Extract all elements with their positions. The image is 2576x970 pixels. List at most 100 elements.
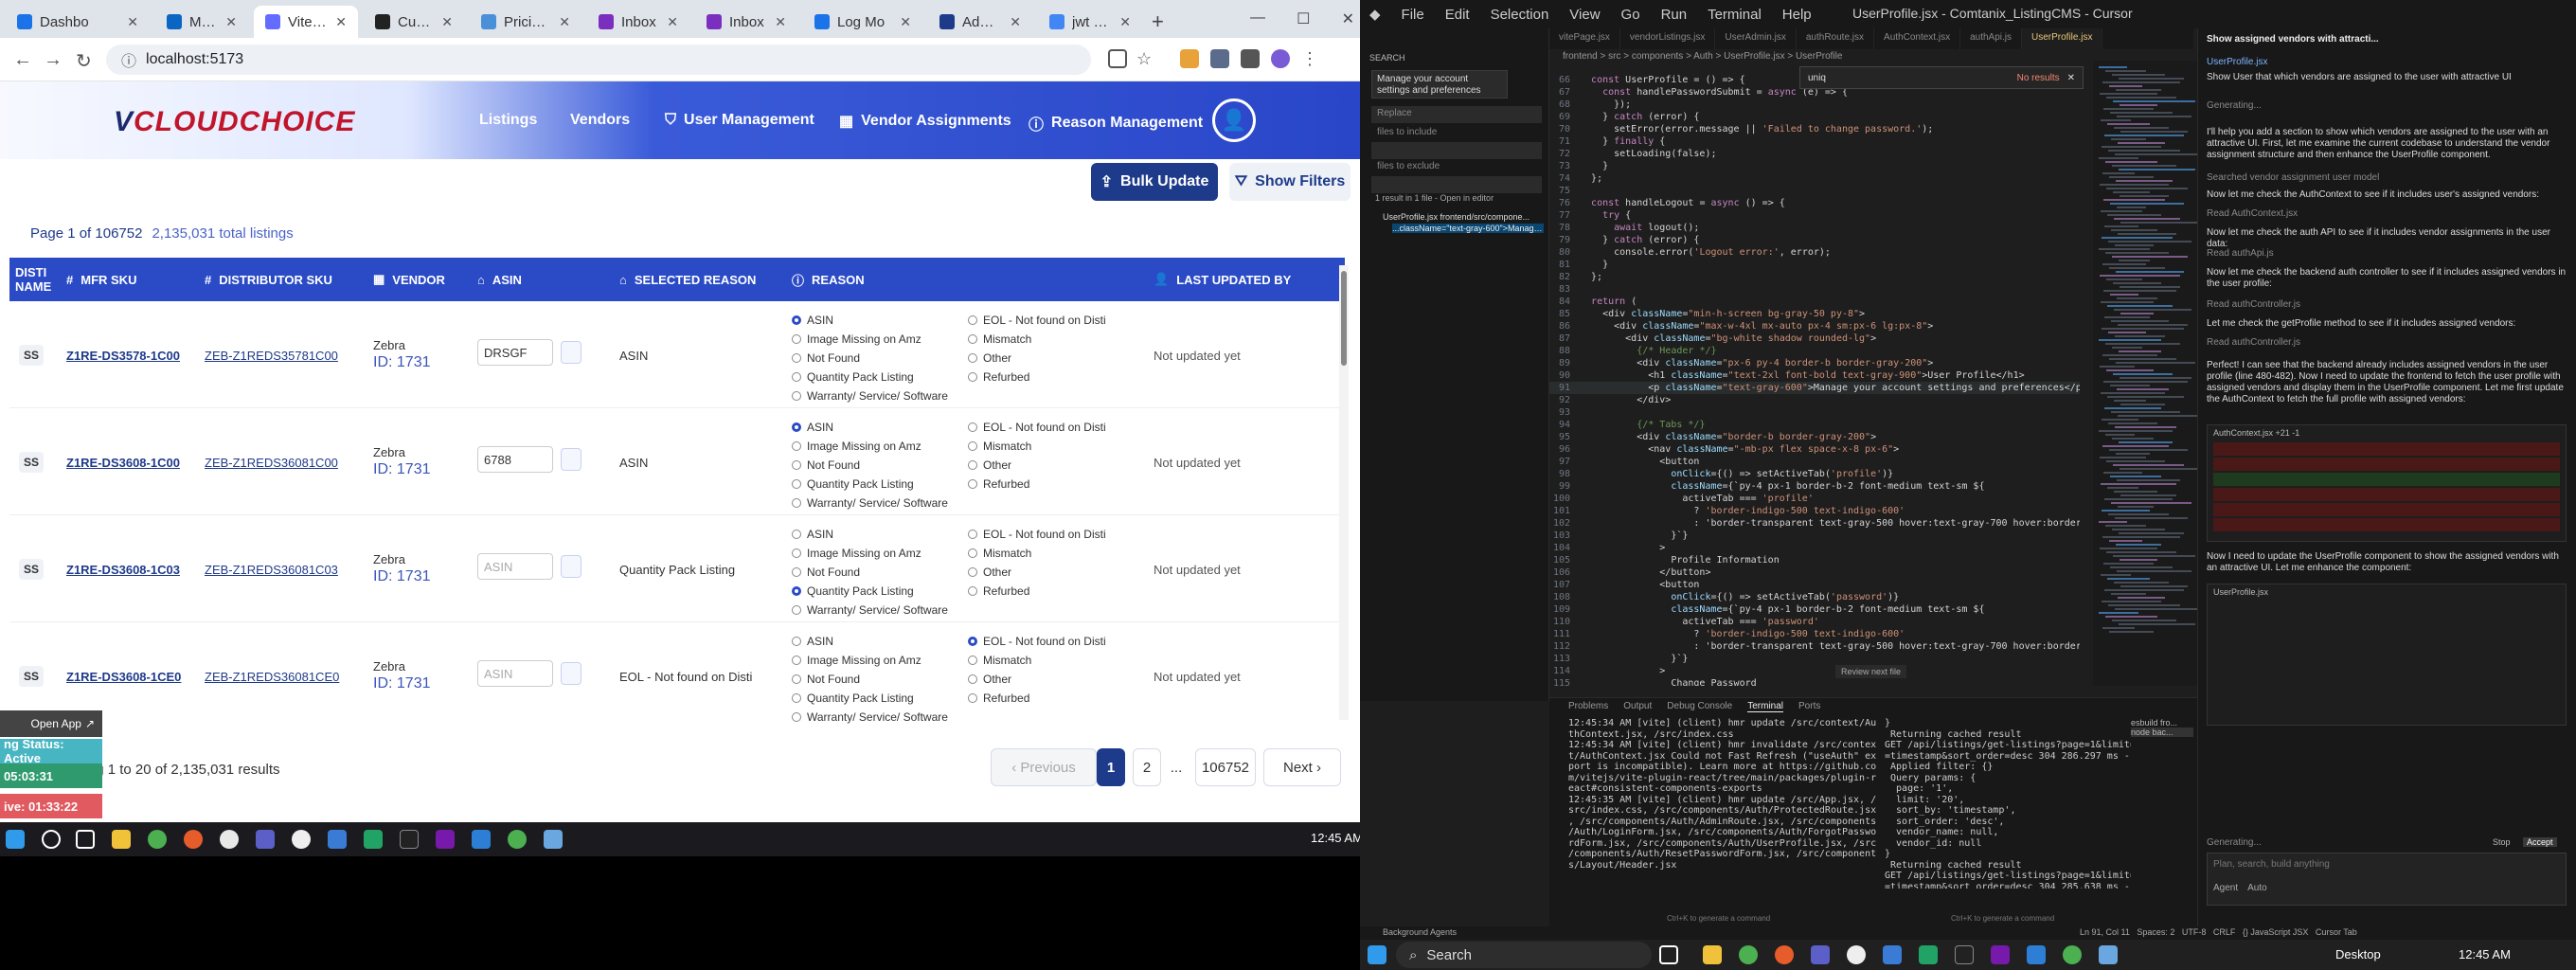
reason-radio[interactable]: EOL - Not found on Disti (968, 525, 1106, 544)
replace-input[interactable]: Replace (1371, 106, 1542, 123)
reason-radio[interactable]: Warranty/ Service/ Software (792, 601, 948, 620)
terminal-session[interactable]: node bac... (2131, 728, 2193, 737)
teams-icon[interactable] (256, 830, 275, 849)
windows-start-icon[interactable] (6, 830, 25, 849)
asin-input[interactable]: ASIN (477, 660, 553, 687)
close-tab-icon[interactable]: ✕ (559, 14, 570, 30)
col-last-updated-by[interactable]: 👤 LAST UPDATED BY (1154, 258, 1291, 301)
model-dropdown[interactable]: Auto (2247, 883, 2267, 893)
vscode-icon[interactable] (472, 830, 491, 849)
close-icon[interactable]: ✕ (1342, 9, 1354, 28)
url-field[interactable]: ⓘ localhost:5173 (106, 45, 1091, 75)
excel-icon[interactable] (1919, 945, 1938, 964)
mfr-sku-link[interactable]: Z1RE-DS3578-1C00 (66, 349, 180, 363)
reason-radio[interactable]: Image Missing on Amz (792, 437, 948, 456)
panel-tab[interactable]: Debug Console (1667, 701, 1732, 712)
firefox-icon[interactable] (184, 830, 203, 849)
minimize-icon[interactable]: — (1250, 9, 1265, 28)
distributor-sku-link[interactable]: ZEB-Z1REDS36081C03 (205, 563, 338, 577)
reason-radio[interactable]: Quantity Pack Listing (792, 475, 948, 494)
reason-radio[interactable]: Not Found (792, 456, 948, 475)
editor-minimap[interactable] (2093, 61, 2203, 686)
show-filters-button[interactable]: ⛛ Show Filters (1229, 163, 1351, 201)
diff-preview[interactable]: AuthContext.jsx +21 -1 (2207, 424, 2567, 542)
close-tab-icon[interactable]: ✕ (775, 14, 786, 30)
col-mfr-sku[interactable]: # MFR SKU (66, 258, 136, 301)
app-icon[interactable] (292, 830, 311, 849)
desktop-label[interactable]: Desktop (2335, 947, 2381, 961)
save-icon[interactable] (561, 662, 581, 685)
app-icon[interactable] (328, 830, 347, 849)
nav-user-management[interactable]: ⛉ User Management (665, 112, 814, 129)
reason-radio[interactable]: Quantity Pack Listing (792, 582, 948, 601)
editor-tab[interactable]: AuthContext.jsx (1874, 28, 1961, 49)
chat-tool-step[interactable]: Read authController.js (2207, 337, 2567, 349)
reason-radio[interactable]: Mismatch (968, 544, 1106, 563)
previous-page-button[interactable]: ‹ Previous (991, 748, 1097, 786)
reason-radio[interactable]: Mismatch (968, 330, 1106, 349)
close-icon[interactable]: ✕ (2067, 73, 2075, 83)
menu-terminal[interactable]: Terminal (1708, 7, 1762, 23)
reason-radio[interactable]: Refurbed (968, 582, 1106, 601)
agent-mode-dropdown[interactable]: Agent (2213, 883, 2238, 893)
browser-tab[interactable]: jwt deco✕ (1038, 6, 1142, 38)
menu-kebab-icon[interactable]: ⋮ (1301, 49, 1320, 68)
asin-input[interactable]: 6788 (477, 446, 553, 473)
app-icon[interactable] (544, 830, 563, 849)
reason-radio[interactable]: Warranty/ Service/ Software (792, 494, 948, 512)
menu-selection[interactable]: Selection (1491, 7, 1549, 23)
reason-radio[interactable]: ASIN (792, 632, 948, 651)
reason-radio[interactable]: Not Found (792, 563, 948, 582)
extension-icon[interactable] (1180, 49, 1199, 68)
chat-file-chip[interactable]: UserProfile.jsx (2207, 57, 2567, 68)
chrome-icon[interactable] (1739, 945, 1758, 964)
col-reason[interactable]: ⓘ REASON (792, 258, 865, 301)
chrome-icon[interactable] (508, 830, 527, 849)
cursor-icon[interactable] (400, 830, 419, 849)
task-view-icon[interactable] (76, 830, 95, 849)
menu-run[interactable]: Run (1661, 7, 1688, 23)
reason-radio[interactable]: Other (968, 349, 1106, 368)
onenote-icon[interactable] (1991, 945, 2010, 964)
reason-radio[interactable]: Image Missing on Amz (792, 544, 948, 563)
distributor-sku-link[interactable]: ZEB-Z1REDS36081C00 (205, 456, 338, 470)
status-left[interactable]: Background Agents (1383, 927, 1457, 937)
editor-tab[interactable]: vitePage.jsx (1549, 28, 1620, 49)
mfr-sku-link[interactable]: Z1RE-DS3608-1C03 (66, 563, 180, 577)
chat-tool-step[interactable]: Read authController.js (2207, 299, 2567, 311)
reason-radio[interactable]: Image Missing on Amz (792, 651, 948, 670)
app-icon[interactable] (2099, 945, 2118, 964)
editor-tab[interactable]: authApi.js (1960, 28, 2022, 49)
firefox-icon[interactable] (1775, 945, 1794, 964)
cloudchoice-logo[interactable]: VCLOUDCHOICE (114, 106, 355, 138)
chat-tool-step[interactable]: Read authApi.js (2207, 248, 2567, 260)
downloads-icon[interactable] (1241, 49, 1260, 68)
find-input[interactable]: uniq (1808, 73, 1826, 83)
file-explorer-icon[interactable] (112, 830, 131, 849)
search-result-file[interactable]: UserProfile.jsx frontend/src/compone... (1383, 212, 1544, 222)
col-vendor[interactable]: ▦ VENDOR (373, 258, 445, 301)
chat-tool-step[interactable]: Searched vendor assignment user model (2207, 172, 2567, 184)
browser-tab[interactable]: Log Mo ✕ (803, 6, 922, 38)
site-info-icon[interactable]: ⓘ (121, 48, 136, 71)
panel-tab[interactable]: Problems (1568, 701, 1608, 712)
bulk-update-button[interactable]: ⇪ Bulk Update (1091, 163, 1218, 201)
reload-icon[interactable]: ↻ (76, 49, 92, 73)
profile-avatar-icon[interactable] (1271, 49, 1290, 68)
save-icon[interactable] (561, 555, 581, 578)
files-exclude-input[interactable] (1371, 176, 1542, 193)
close-tab-icon[interactable]: ✕ (667, 14, 678, 30)
onenote-icon[interactable] (436, 830, 455, 849)
browser-tab[interactable]: Cursor -✕ (364, 6, 464, 38)
reason-radio[interactable]: Other (968, 563, 1106, 582)
browser-tab[interactable]: Inbox ✕ (587, 6, 689, 38)
windows-start-icon[interactable] (1368, 945, 1386, 964)
asin-input[interactable]: ASIN (477, 553, 553, 580)
teams-icon[interactable] (1811, 945, 1830, 964)
close-tab-icon[interactable]: ✕ (1010, 14, 1021, 30)
mfr-sku-link[interactable]: Z1RE-DS3608-1C00 (66, 456, 180, 470)
app-icon[interactable] (1847, 945, 1866, 964)
reason-radio[interactable]: Quantity Pack Listing (792, 368, 948, 386)
page-1-button[interactable]: 1 (1097, 748, 1125, 786)
new-tab-button[interactable]: + (1152, 9, 1164, 34)
